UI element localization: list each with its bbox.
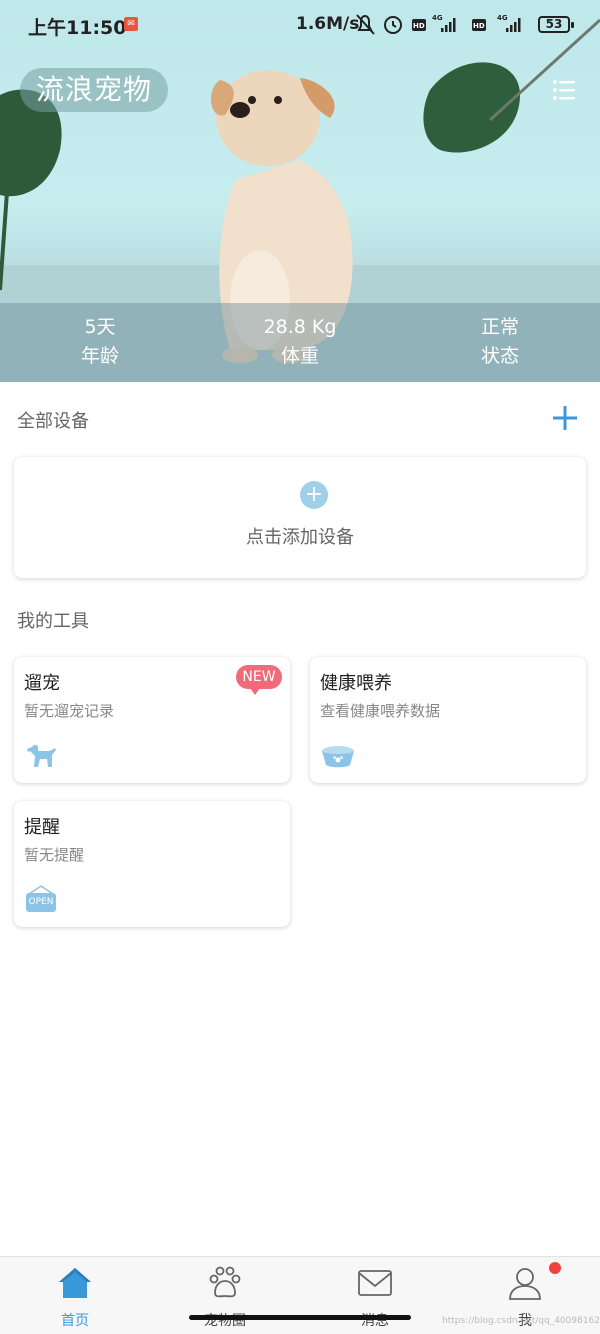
tool-card-reminder[interactable]: 提醒 暂无提醒 OPEN	[14, 801, 290, 927]
pet-bowl-icon	[322, 746, 354, 768]
nav-home[interactable]: 首页	[0, 1257, 150, 1334]
nav-pet-circle[interactable]: 宠物圈	[150, 1257, 300, 1334]
status-time: 上午11:50	[28, 17, 127, 39]
notification-dot	[549, 1262, 561, 1274]
svg-text:4G: 4G	[432, 14, 443, 22]
home-icon	[59, 1268, 91, 1298]
nav-label: 宠物圈	[204, 1313, 246, 1329]
nav-messages[interactable]: 消息	[300, 1257, 450, 1334]
stat-status: 正常 状态	[420, 315, 580, 369]
tool-title: 遛宠	[24, 673, 60, 694]
notification-app-icon: ✉	[124, 17, 138, 31]
stat-label: 状态	[480, 345, 519, 367]
devices-section-title: 全部设备	[17, 411, 89, 432]
stat-label: 年龄	[80, 345, 119, 367]
list-menu-icon[interactable]	[548, 76, 580, 104]
pet-stats: 5天 年龄 28.8 Kg 体重 正常 状态	[0, 303, 600, 382]
tool-title: 提醒	[24, 817, 60, 838]
tool-title: 健康喂养	[320, 673, 392, 694]
stat-age: 5天 年龄	[20, 315, 180, 369]
stat-weight: 28.8 Kg 体重	[220, 315, 380, 369]
network-speed: 1.6M/s	[296, 14, 360, 34]
add-device-card[interactable]: + 点击添加设备	[14, 457, 586, 578]
mute-icon	[356, 14, 375, 35]
stat-value: 5天	[84, 316, 116, 338]
app-title: 流浪宠物	[20, 68, 169, 112]
paw-icon	[209, 1266, 241, 1298]
svg-text:HD: HD	[473, 22, 485, 30]
stat-label: 体重	[280, 345, 319, 367]
stat-value: 正常	[480, 316, 519, 338]
nav-label: 首页	[61, 1313, 89, 1329]
add-circle-icon: +	[300, 481, 328, 509]
tool-subtitle: 暂无遛宠记录	[24, 702, 115, 720]
tools-section-title: 我的工具	[17, 611, 89, 632]
svg-text:4G: 4G	[497, 14, 508, 22]
watermark: https://blog.csdn.net/qq_40098162	[442, 1316, 600, 1326]
alarm-icon	[384, 16, 402, 34]
nav-label: 消息	[361, 1313, 389, 1329]
stat-value: 28.8 Kg	[263, 316, 337, 338]
new-badge: NEW	[236, 665, 282, 695]
svg-text:HD: HD	[413, 22, 425, 30]
open-sign-text: OPEN	[28, 897, 54, 907]
status-bar: 上午11:50 ✉ 1.6M/s HD 4G HD 4G 53	[0, 0, 600, 50]
signal-icon: HD 4G HD 4G	[412, 14, 521, 32]
battery-indicator: 53	[538, 16, 574, 33]
tool-card-walk[interactable]: 遛宠 暂无遛宠记录 NEW	[14, 657, 290, 783]
add-device-plus-icon[interactable]	[550, 403, 580, 433]
tool-card-feeding[interactable]: 健康喂养 查看健康喂养数据	[310, 657, 586, 783]
tool-subtitle: 查看健康喂养数据	[320, 702, 441, 720]
mail-icon	[358, 1270, 392, 1296]
user-icon	[509, 1268, 541, 1300]
tool-subtitle: 暂无提醒	[24, 846, 85, 864]
add-device-label: 点击添加设备	[246, 527, 354, 548]
status-icons: HD 4G HD 4G	[356, 14, 521, 35]
walking-dog-icon	[27, 744, 56, 767]
hero-banner: 上午11:50 ✉ 1.6M/s HD 4G HD 4G 53 流浪宠物 5天 …	[0, 0, 600, 382]
home-indicator[interactable]	[189, 1315, 411, 1320]
open-sign-icon: OPEN	[25, 885, 57, 913]
